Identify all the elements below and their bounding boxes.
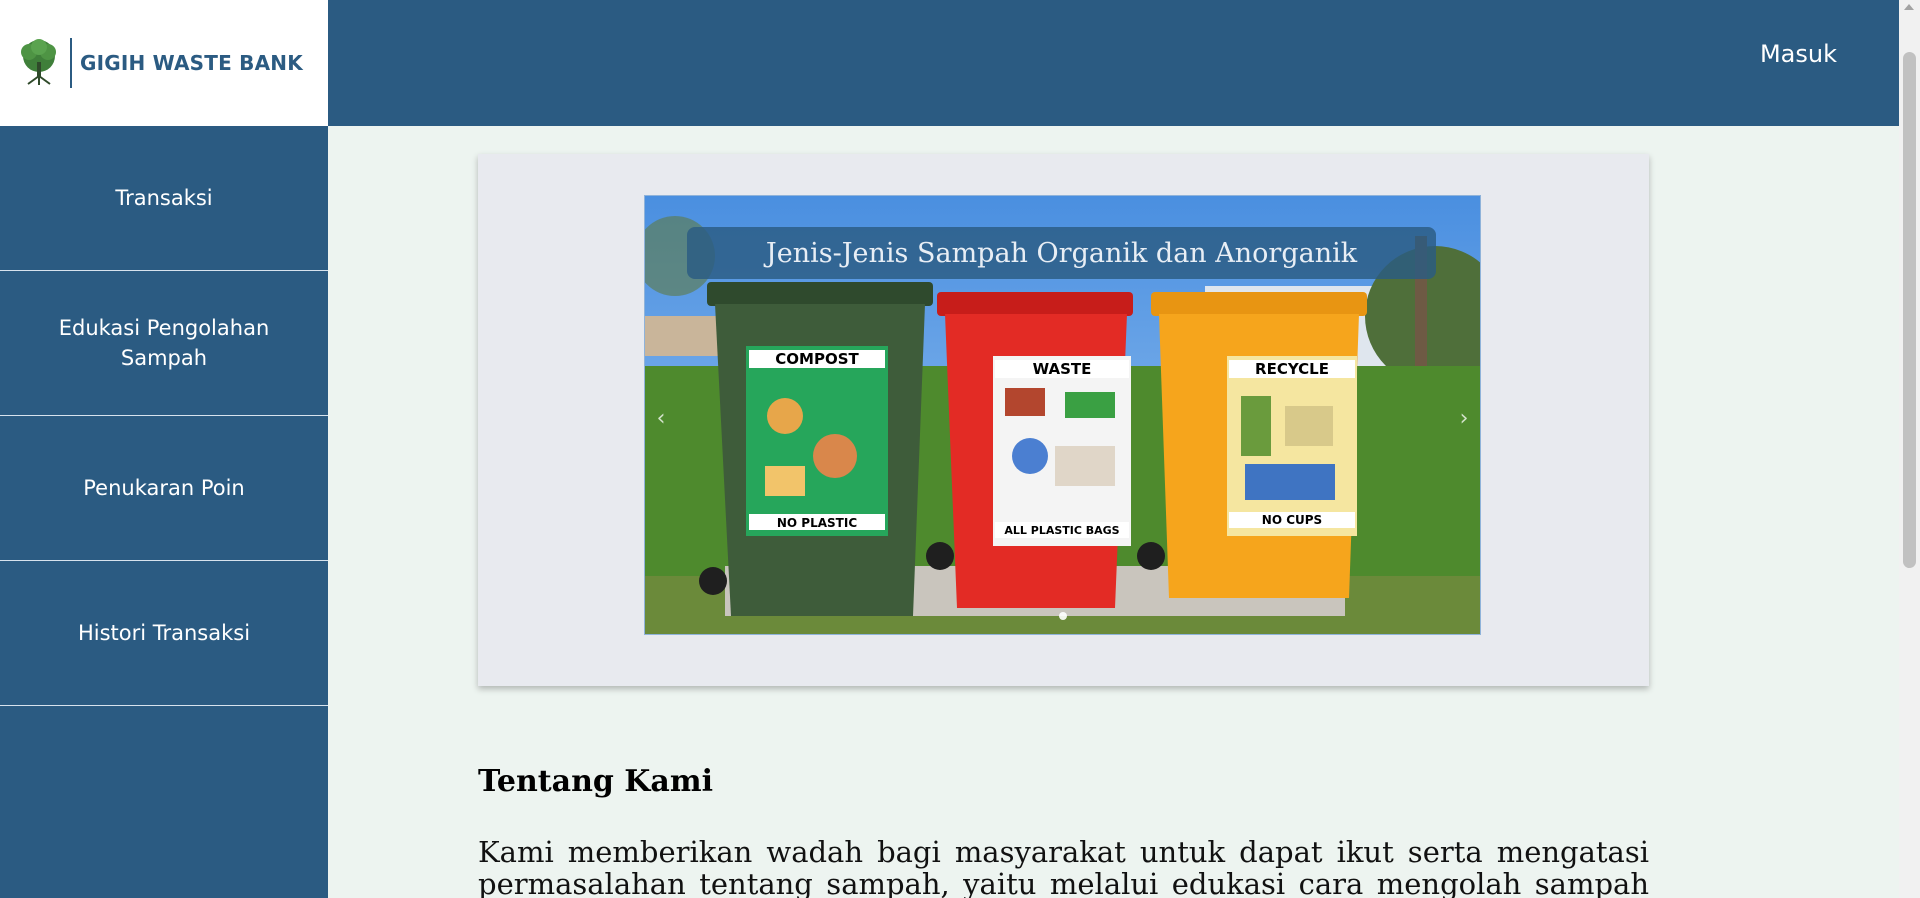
about-body: Kami memberikan wadah bagi masyarakat un… bbox=[478, 835, 1649, 898]
page-scrollbar[interactable] bbox=[1899, 0, 1920, 898]
carousel-card: COMPOST NO PLASTIC WASTE ALL PLASTIC BAG… bbox=[478, 154, 1649, 686]
brand-logo[interactable]: GIGIH WASTE BANK bbox=[0, 0, 328, 126]
bin-recycle: RECYCLE NO CUPS bbox=[1151, 292, 1367, 598]
svg-text:COMPOST: COMPOST bbox=[775, 350, 859, 368]
carousel-indicators bbox=[645, 612, 1480, 620]
svg-text:RECYCLE: RECYCLE bbox=[1255, 360, 1329, 378]
sidebar-item-transaksi[interactable]: Transaksi bbox=[0, 126, 328, 271]
top-navbar: Masuk bbox=[328, 0, 1899, 126]
bin-compost: COMPOST NO PLASTIC bbox=[707, 282, 933, 616]
sidebar-item-label: Histori Transaksi bbox=[77, 621, 251, 645]
carousel-caption: Jenis-Jenis Sampah Organik dan Anorganik bbox=[687, 227, 1436, 279]
brand-name: GIGIH WASTE BANK bbox=[80, 51, 303, 75]
tree-logo-icon bbox=[21, 39, 56, 85]
sidebar-item-label: Transaksi bbox=[115, 186, 213, 210]
sidebar-item-edukasi[interactable]: Edukasi Pengolahan Sampah bbox=[0, 271, 328, 416]
svg-text:ALL PLASTIC BAGS: ALL PLASTIC BAGS bbox=[1004, 524, 1119, 537]
chevron-left-icon[interactable]: ‹ bbox=[651, 404, 671, 432]
svg-text:NO CUPS: NO CUPS bbox=[1262, 513, 1322, 527]
scrollbar-thumb[interactable] bbox=[1903, 52, 1916, 568]
sidebar: Transaksi Edukasi Pengolahan Sampah Penu… bbox=[0, 126, 328, 898]
about-title: Tentang Kami bbox=[478, 764, 713, 799]
sidebar-item-penukaran-poin[interactable]: Penukaran Poin bbox=[0, 416, 328, 561]
svg-text:NO PLASTIC: NO PLASTIC bbox=[777, 516, 857, 530]
sidebar-item-label: Penukaran Poin bbox=[83, 476, 245, 500]
svg-text:WASTE: WASTE bbox=[1033, 360, 1092, 378]
login-link[interactable]: Masuk bbox=[1760, 40, 1837, 68]
carousel-indicator-dot[interactable] bbox=[1058, 612, 1067, 620]
scroll-up-icon[interactable] bbox=[1904, 4, 1914, 10]
logo-divider bbox=[70, 38, 72, 88]
bin-waste: WASTE ALL PLASTIC BAGS bbox=[937, 292, 1133, 608]
chevron-right-icon[interactable]: › bbox=[1454, 404, 1474, 432]
image-carousel[interactable]: COMPOST NO PLASTIC WASTE ALL PLASTIC BAG… bbox=[644, 195, 1481, 635]
sidebar-item-label: Edukasi Pengolahan Sampah bbox=[58, 316, 270, 370]
sidebar-item-histori[interactable]: Histori Transaksi bbox=[0, 561, 328, 706]
